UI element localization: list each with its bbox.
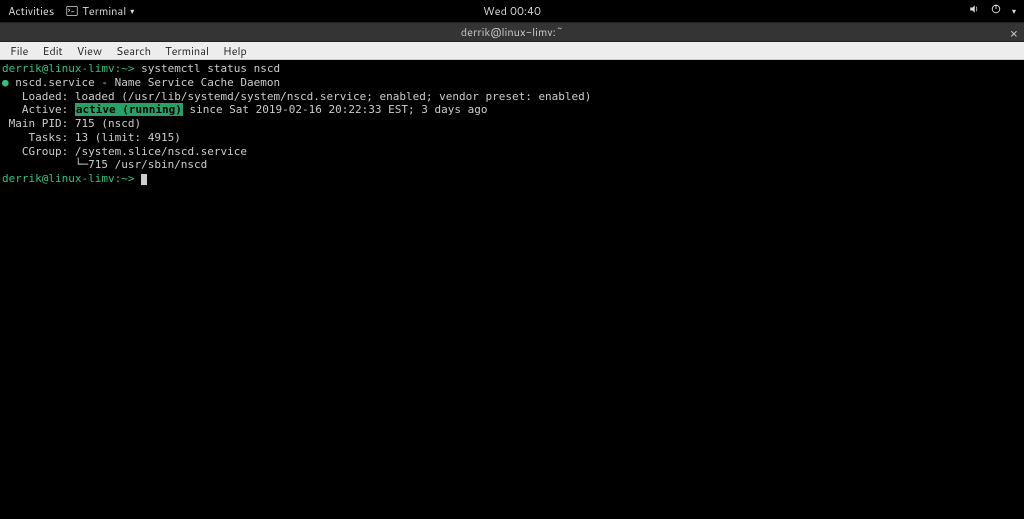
activities-button[interactable]: Activities [8,3,54,19]
service-name-line: nscd.service - Name Service Cache Daemon [9,76,281,89]
menu-search[interactable]: Search [110,42,157,60]
menu-edit[interactable]: Edit [36,42,68,60]
menu-terminal[interactable]: Terminal [159,42,215,60]
system-menu-dropdown-icon[interactable]: ▾ [1012,5,1016,17]
cgroup-value: /system.slice/nscd.service [75,145,247,158]
terminal-menubar: File Edit View Search Terminal Help [0,42,1024,60]
window-title: derrik@linux-limv:~ [461,24,563,40]
cgroup-label: CGroup: [2,145,75,158]
app-menu[interactable]: Terminal ▾ [66,3,134,19]
cgroup-tree: └─715 /usr/sbin/nscd [2,158,207,171]
active-since: since Sat 2019-02-16 20:22:33 EST; 3 day… [183,103,488,116]
loaded-value: loaded (/usr/lib/systemd/system/nscd.ser… [75,90,592,103]
app-menu-label: Terminal [82,3,126,19]
window-titlebar: derrik@linux-limv:~ × [0,22,1024,42]
status-dot-icon: ● [2,76,9,89]
prompt-line: derrik@linux-limv:~> [2,62,134,75]
active-label: Active: [2,103,75,116]
cursor [141,174,147,185]
menu-view[interactable]: View [71,42,108,60]
active-status: active (running) [75,103,183,116]
menu-help[interactable]: Help [217,42,253,60]
terminal-output[interactable]: derrik@linux-limv:~> systemctl status ns… [0,60,1024,519]
prompt-line: derrik@linux-limv:~> [2,172,141,185]
tasks-value: 13 (limit: 4915) [75,131,181,144]
gnome-top-bar: Activities Terminal ▾ Wed 00:40 ▾ [0,0,1024,22]
tasks-label: Tasks: [2,131,75,144]
terminal-icon [66,5,78,17]
menu-file[interactable]: File [4,42,34,60]
volume-icon[interactable] [968,3,980,19]
loaded-label: Loaded: [2,90,75,103]
clock[interactable]: Wed 00:40 [483,3,541,19]
mainpid-value: 715 (nscd) [75,117,141,130]
mainpid-label: Main PID: [2,117,75,130]
command-text: systemctl status nscd [134,62,280,75]
close-icon[interactable]: × [1010,25,1018,43]
dropdown-icon: ▾ [130,5,134,17]
power-icon[interactable] [990,3,1002,19]
